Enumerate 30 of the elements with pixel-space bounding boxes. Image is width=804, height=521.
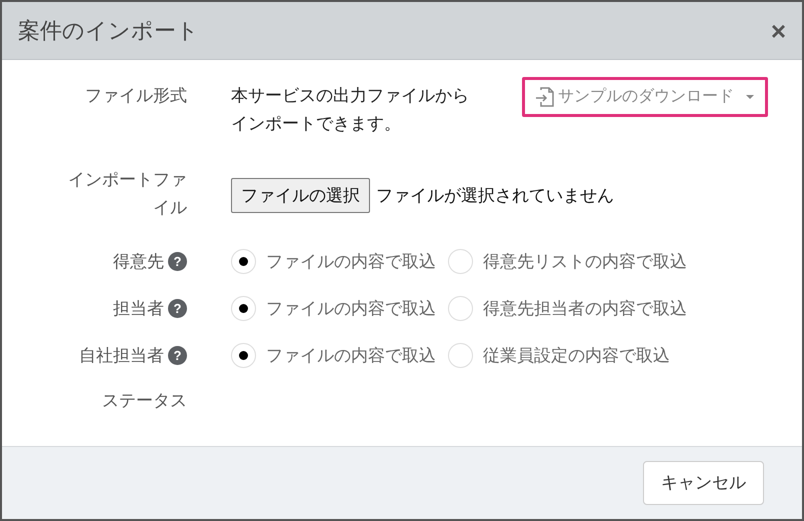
- download-sample-button[interactable]: サンプルのダウンロード: [522, 77, 768, 117]
- radio-button[interactable]: [231, 296, 256, 321]
- radio-label: ファイルの内容で取込: [266, 250, 436, 273]
- caret-icon: [745, 94, 755, 100]
- help-icon[interactable]: ?: [168, 299, 187, 318]
- radio-label: 得意先担当者の内容で取込: [483, 298, 687, 320]
- field-label: 得意先: [113, 250, 164, 272]
- radio-label: ファイルの内容で取込: [266, 298, 436, 320]
- help-icon[interactable]: ?: [168, 252, 187, 271]
- choose-file-button[interactable]: ファイルの選択: [231, 178, 370, 213]
- radio-label: ファイルの内容で取込: [266, 344, 436, 367]
- field-label: ステータス: [102, 390, 187, 412]
- dialog-title: 案件のインポート: [18, 17, 199, 45]
- radio-button[interactable]: [231, 249, 256, 274]
- close-button[interactable]: ×: [770, 18, 786, 44]
- description-text: 本サービスの出力ファイルからインポートできます。: [231, 85, 470, 135]
- file-import-icon: [535, 86, 555, 108]
- radio-button[interactable]: [231, 343, 256, 368]
- radio-button[interactable]: [448, 249, 473, 274]
- help-icon[interactable]: ?: [168, 346, 187, 365]
- radio-button[interactable]: [448, 296, 473, 321]
- radio-label: 従業員設定の内容で取込: [483, 344, 670, 367]
- file-status-text: ファイルが選択されていません: [376, 185, 614, 207]
- radio-button[interactable]: [448, 343, 473, 368]
- field-label: ファイル形式: [85, 85, 187, 107]
- field-label: 担当者: [113, 298, 164, 320]
- field-label: インポートファイル: [67, 169, 187, 219]
- field-label: 自社担当者: [79, 344, 164, 366]
- cancel-button[interactable]: キャンセル: [643, 461, 764, 505]
- radio-label: 得意先リストの内容で取込: [483, 250, 687, 273]
